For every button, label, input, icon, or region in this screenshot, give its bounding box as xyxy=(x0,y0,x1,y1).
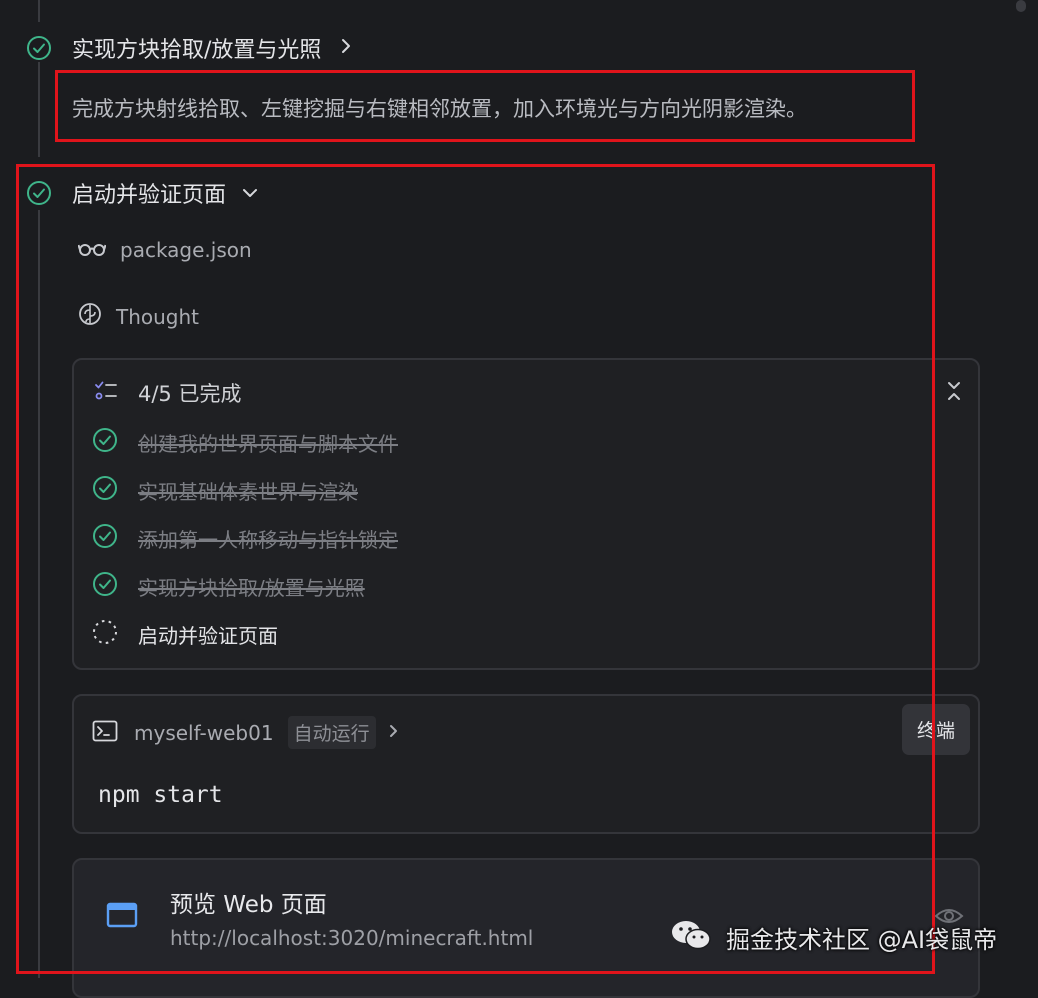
todo-label: 实现方块拾取/放置与光照 xyxy=(138,575,365,600)
check-circle-icon xyxy=(92,427,118,457)
step-item-launch-verify[interactable]: 启动并验证页面 xyxy=(26,177,258,209)
todo-summary: 4/5 已完成 xyxy=(138,382,242,406)
check-circle-icon xyxy=(92,523,118,553)
open-terminal-button[interactable]: 终端 xyxy=(901,704,970,755)
preview-title: 预览 Web 页面 xyxy=(170,892,327,918)
watermark: 掘金技术社区 @AI袋鼠帝 xyxy=(670,918,997,956)
terminal-project: myself-web01 xyxy=(134,720,274,745)
read-file-row[interactable]: package.json xyxy=(77,238,252,262)
chevron-down-icon[interactable] xyxy=(242,184,258,203)
check-circle-icon xyxy=(92,475,118,505)
timeline-line-mid xyxy=(38,62,40,157)
brain-icon xyxy=(78,302,102,331)
glasses-icon xyxy=(77,238,107,262)
watermark-text: 掘金技术社区 @AI袋鼠帝 xyxy=(726,925,998,954)
todo-header[interactable]: 4/5 已完成 xyxy=(94,378,241,408)
read-file-name: package.json xyxy=(120,238,252,262)
todo-label: 添加第一人称移动与指针锁定 xyxy=(138,527,398,552)
step-item-pick-place[interactable]: 实现方块拾取/放置与光照 xyxy=(26,32,353,64)
loading-spinner-icon xyxy=(92,619,118,649)
check-circle-icon xyxy=(26,180,52,206)
preview-url[interactable]: http://localhost:3020/minecraft.html xyxy=(170,926,533,950)
chevron-right-icon[interactable] xyxy=(339,38,353,58)
terminal-icon xyxy=(92,720,118,746)
todo-card: 4/5 已完成 创建我的世界页面与脚本文件 实现基础体素世界与渲染 添加第一人称… xyxy=(72,358,980,670)
todo-item: 添加第一人称移动与指针锁定 xyxy=(92,523,398,553)
todo-item: 创建我的世界页面与脚本文件 xyxy=(92,427,398,457)
timeline-line-bottom xyxy=(38,210,40,978)
todo-label: 创建我的世界页面与脚本文件 xyxy=(138,431,398,456)
wechat-icon xyxy=(670,918,712,956)
thought-row[interactable]: Thought xyxy=(78,302,199,331)
check-circle-icon xyxy=(92,571,118,601)
todo-item: 实现方块拾取/放置与光照 xyxy=(92,571,365,601)
step-title: 实现方块拾取/放置与光照 xyxy=(72,38,322,63)
scrollbar-thumb[interactable] xyxy=(1016,0,1026,12)
browser-window-icon xyxy=(106,902,138,932)
terminal-card: myself-web01 自动运行 终端 npm start xyxy=(72,694,980,834)
timeline-line-top xyxy=(38,0,40,22)
step-title: 启动并验证页面 xyxy=(72,183,227,208)
todo-label: 实现基础体素世界与渲染 xyxy=(138,479,358,504)
collapse-icon[interactable] xyxy=(946,380,962,406)
checklist-icon xyxy=(94,380,118,406)
step-description: 完成方块射线拾取、左键挖掘与右键相邻放置，加入环境光与方向光阴影渲染。 xyxy=(72,97,807,121)
check-circle-icon xyxy=(26,35,52,61)
chevron-right-icon[interactable] xyxy=(388,723,400,742)
terminal-header[interactable]: myself-web01 自动运行 xyxy=(92,716,400,749)
todo-item: 实现基础体素世界与渲染 xyxy=(92,475,358,505)
todo-label: 启动并验证页面 xyxy=(138,623,278,648)
terminal-command: npm start xyxy=(98,782,223,808)
todo-item: 启动并验证页面 xyxy=(92,619,278,649)
thought-label: Thought xyxy=(116,304,200,329)
auto-run-badge[interactable]: 自动运行 xyxy=(287,716,376,749)
